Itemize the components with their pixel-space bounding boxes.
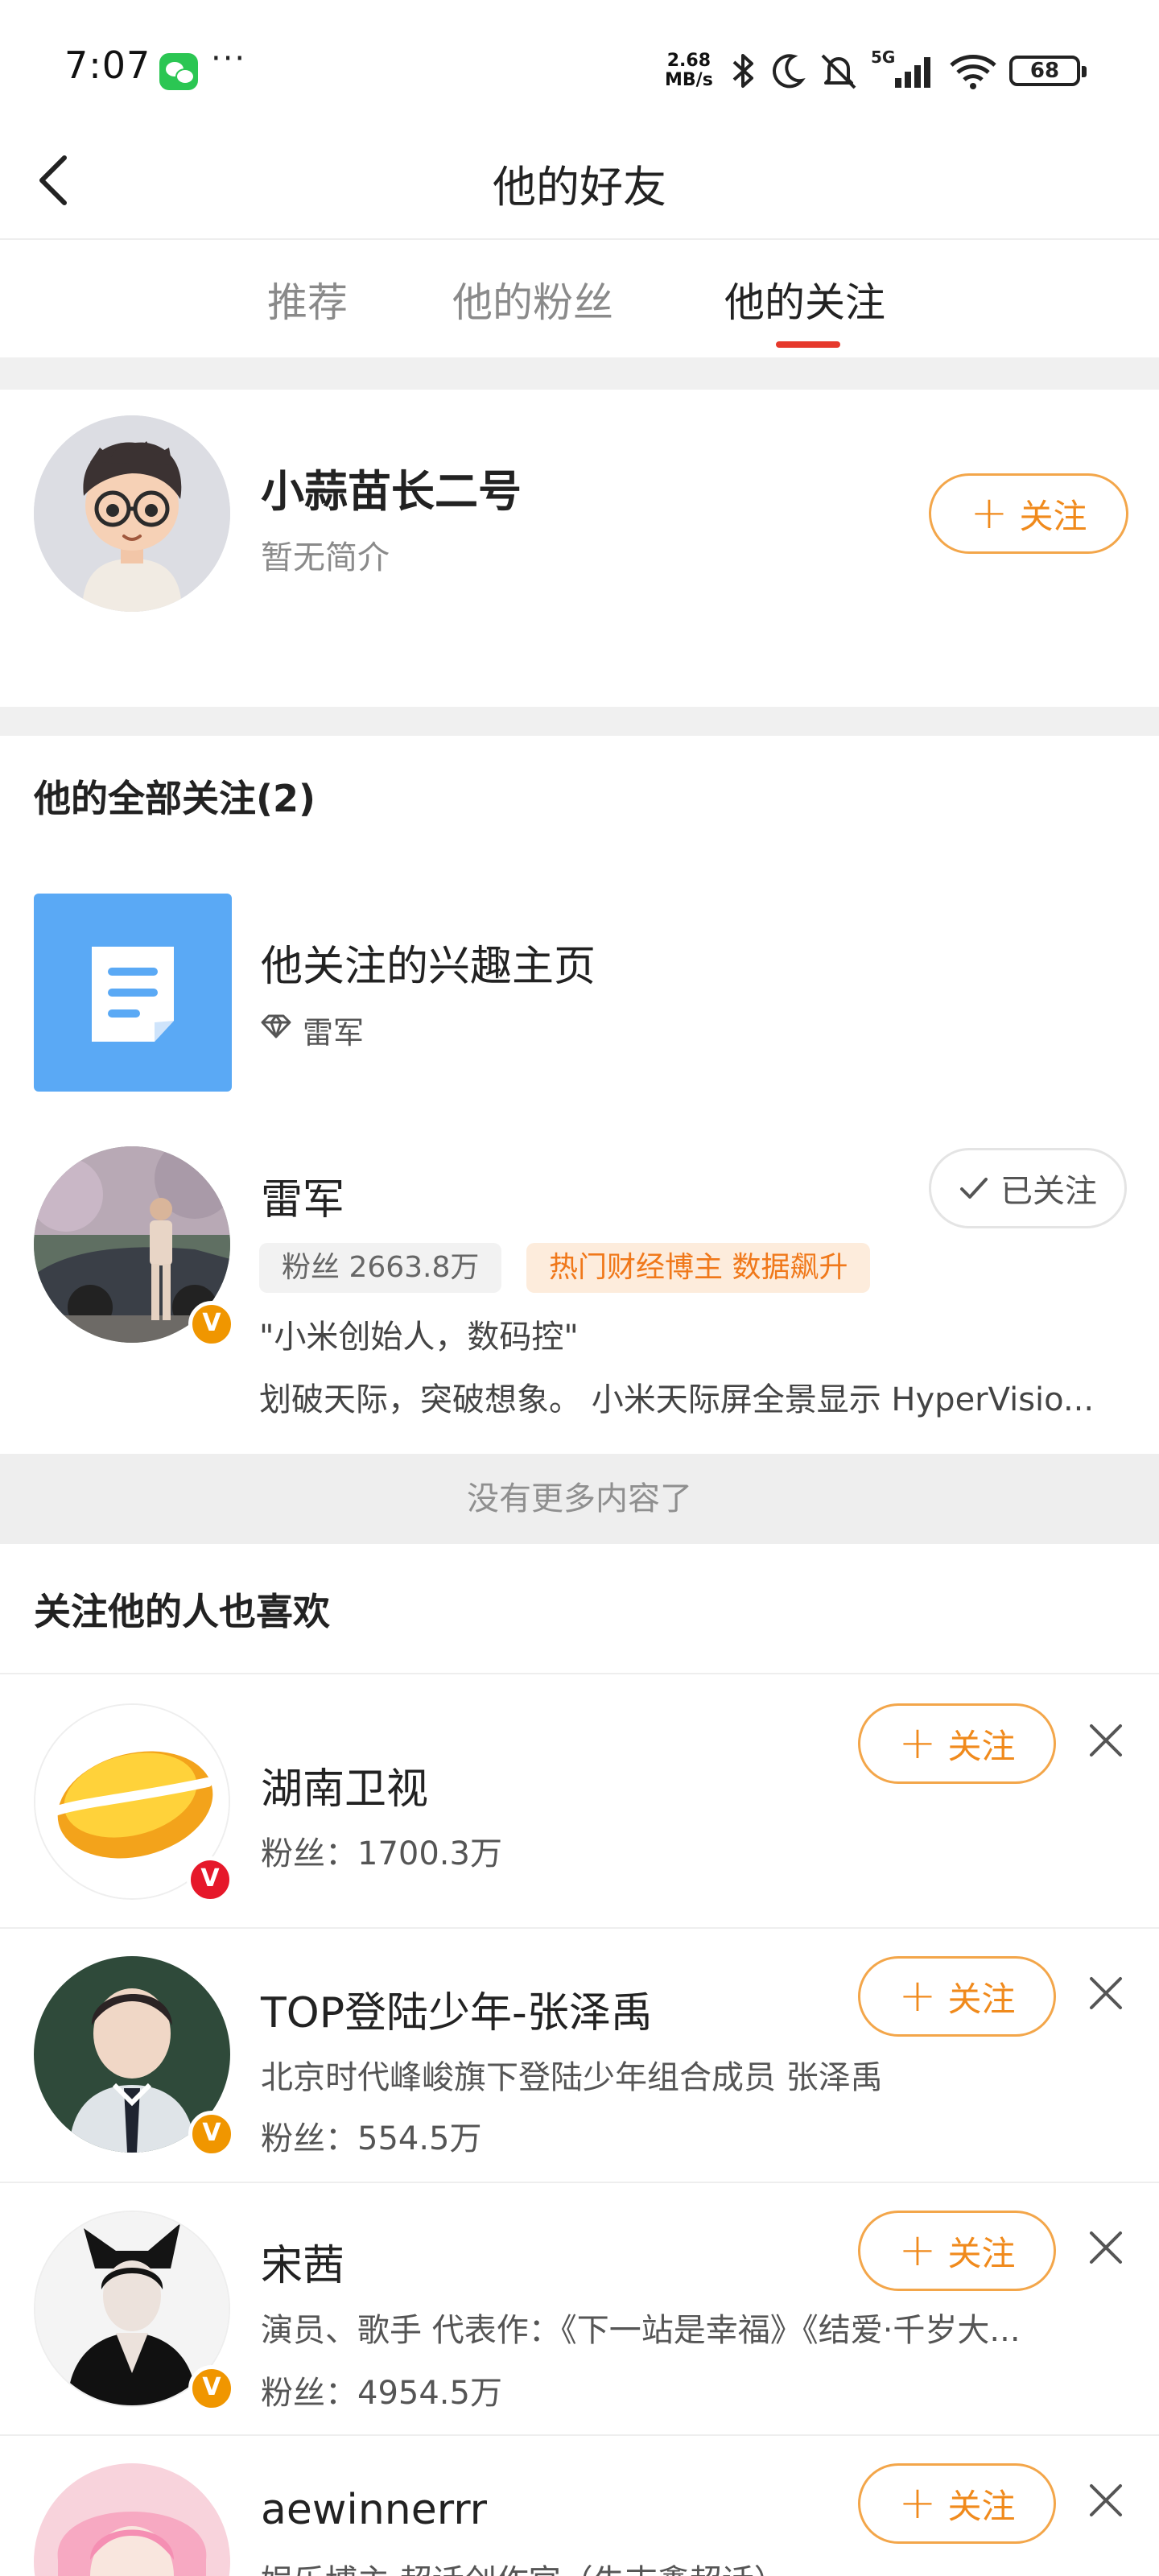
interest-page-sub: 雷军 bbox=[303, 1015, 365, 1051]
tab-his-fans[interactable]: 他的粉丝 bbox=[452, 270, 613, 328]
follow-button-label: 关注 bbox=[947, 2486, 1016, 2526]
close-icon[interactable] bbox=[1085, 1972, 1127, 2014]
close-icon[interactable] bbox=[1085, 1719, 1127, 1761]
divider bbox=[0, 1927, 1159, 1929]
user-name: 湖南卫视 bbox=[261, 1765, 429, 1814]
self-intro: 暂无简介 bbox=[261, 539, 390, 576]
section-gap bbox=[0, 707, 1159, 736]
page-title: 他的好友 bbox=[493, 162, 666, 213]
net-speed-unit: MB/s bbox=[665, 70, 713, 90]
follow-button-label: 关注 bbox=[947, 1979, 1016, 2019]
status-icons: 5G 68 bbox=[728, 47, 1087, 95]
bluetooth-icon bbox=[732, 54, 753, 88]
user-name: 宋茜 bbox=[261, 2242, 345, 2290]
net-speed: 2.68 MB/s bbox=[665, 52, 713, 90]
all-follows-title: 他的全部关注(2) bbox=[34, 777, 316, 820]
plus-icon: + bbox=[898, 2477, 937, 2529]
verified-badge: V bbox=[187, 1856, 233, 1903]
header: 他的好友 bbox=[0, 121, 1159, 240]
plus-icon: + bbox=[970, 487, 1008, 539]
mute-icon bbox=[821, 54, 856, 89]
fans-count: 粉丝：4954.5万 bbox=[261, 2375, 502, 2412]
user-desc: 演员、歌手 代表作：《下一站是幸福》《结爱·千岁大... bbox=[261, 2312, 1021, 2349]
moon-icon bbox=[773, 54, 806, 89]
plus-icon: + bbox=[898, 1717, 937, 1769]
user-name: TOP登陆少年-张泽禹 bbox=[261, 1989, 653, 2037]
status-bar: 7:07 ··· 2.68 MB/s 5G 68 bbox=[0, 0, 1159, 121]
user-desc: 娱乐博主 超话创作官（朱志鑫超话） bbox=[261, 2555, 921, 2576]
photo-avatar-icon bbox=[34, 2463, 230, 2576]
close-icon[interactable] bbox=[1085, 2227, 1127, 2268]
active-tab-indicator bbox=[776, 341, 840, 348]
no-more-content: 没有更多内容了 bbox=[0, 1454, 1159, 1544]
signal-icon: 5G bbox=[871, 47, 937, 91]
follow-button[interactable]: + 关注 bbox=[929, 473, 1128, 554]
divider bbox=[0, 1673, 1159, 1674]
check-icon bbox=[960, 1178, 988, 1199]
verified-badge: V bbox=[188, 2111, 235, 2157]
follow-button-label: 关注 bbox=[947, 1726, 1016, 1766]
self-name: 小蒜苗长二号 bbox=[261, 466, 522, 517]
divider bbox=[0, 2434, 1159, 2436]
follow-button-label: 关注 bbox=[947, 2233, 1016, 2273]
user-quote: "小米创始人，数码控" bbox=[259, 1319, 579, 1356]
verified-badge: V bbox=[188, 2365, 235, 2412]
status-time: 7:07 bbox=[64, 43, 151, 87]
plus-icon: + bbox=[898, 1970, 937, 2022]
follow-button[interactable]: + 关注 bbox=[858, 2211, 1056, 2291]
follow-button[interactable]: + 关注 bbox=[858, 1703, 1056, 1784]
follow-button[interactable]: + 关注 bbox=[858, 1956, 1056, 2037]
plus-icon: + bbox=[898, 2224, 937, 2277]
battery-icon: 68 bbox=[1009, 56, 1087, 86]
user-name: aewinnerrr bbox=[261, 2486, 488, 2534]
avatar[interactable] bbox=[34, 2463, 230, 2576]
close-icon[interactable] bbox=[1085, 2479, 1127, 2521]
avatar[interactable] bbox=[34, 415, 230, 612]
verified-badge: V bbox=[188, 1301, 235, 1348]
follow-button-label: 关注 bbox=[1019, 496, 1087, 536]
wifi-icon bbox=[950, 55, 996, 89]
fans-count: 粉丝：1700.3万 bbox=[261, 1835, 502, 1872]
net-speed-value: 2.68 bbox=[666, 51, 711, 71]
hot-blogger-tag: 热门财经博主 数据飙升 bbox=[526, 1243, 871, 1293]
recommend-title: 关注他的人也喜欢 bbox=[34, 1590, 330, 1633]
user-desc: 划破天际，突破想象。 小米天际屏全景显示 HyperVisio... bbox=[259, 1381, 1095, 1418]
wechat-icon bbox=[159, 53, 198, 90]
divider bbox=[0, 2182, 1159, 2183]
document-icon bbox=[92, 947, 174, 1042]
followed-button-label: 已关注 bbox=[1000, 1173, 1097, 1210]
diamond-icon bbox=[261, 1014, 291, 1038]
user-desc: 北京时代峰峻旗下登陆少年组合成员 张泽禹 bbox=[261, 2059, 883, 2096]
follow-button[interactable]: + 关注 bbox=[858, 2463, 1056, 2544]
tab-bar: 推荐 他的粉丝 他的关注 bbox=[0, 242, 1159, 357]
section-gap bbox=[0, 357, 1159, 390]
followed-button[interactable]: 已关注 bbox=[929, 1148, 1127, 1228]
tab-recommend[interactable]: 推荐 bbox=[267, 270, 348, 328]
interest-page-icon-box bbox=[34, 894, 232, 1092]
cartoon-avatar-icon bbox=[34, 415, 230, 612]
user-name: 雷军 bbox=[261, 1176, 345, 1224]
more-notifications-icon: ··· bbox=[211, 40, 247, 77]
fans-count: 粉丝：554.5万 bbox=[261, 2120, 482, 2157]
interest-page-title: 他关注的兴趣主页 bbox=[261, 943, 596, 991]
tab-his-follows[interactable]: 他的关注 bbox=[724, 270, 885, 328]
fans-count-tag: 粉丝 2663.8万 bbox=[259, 1243, 502, 1293]
